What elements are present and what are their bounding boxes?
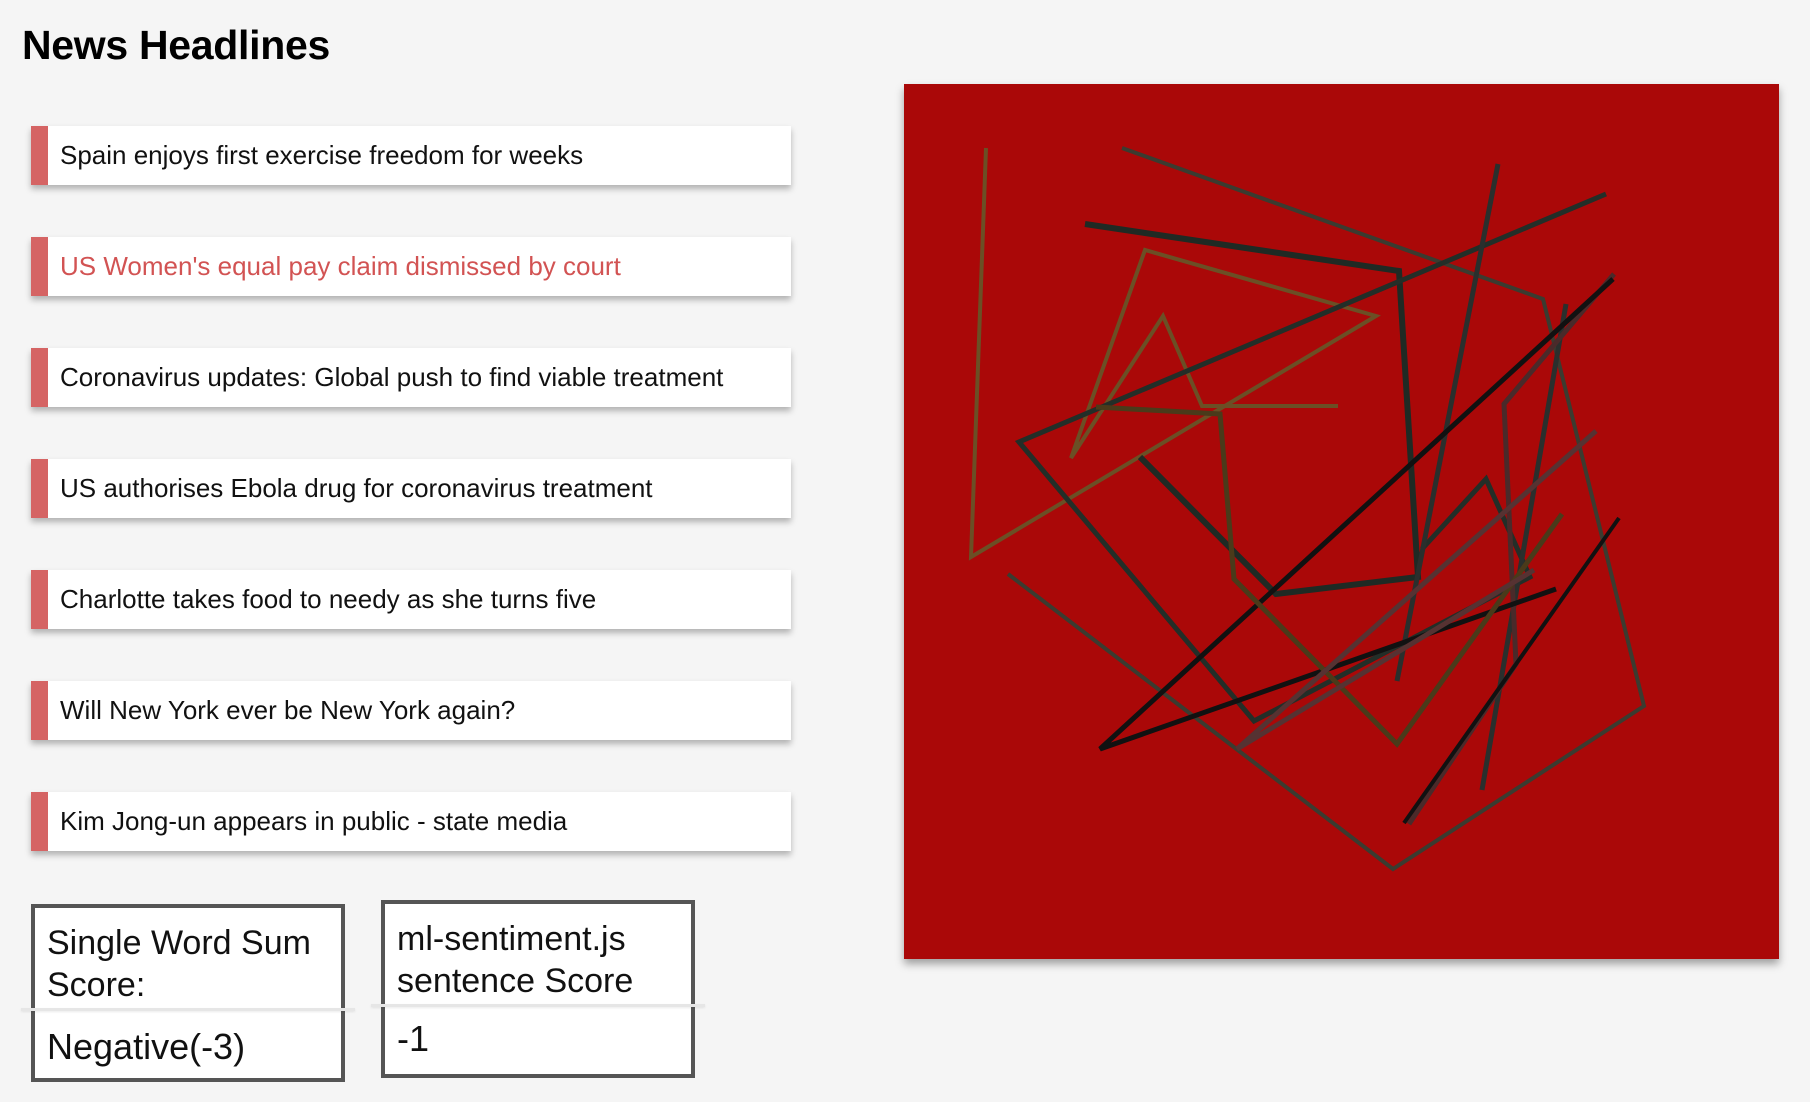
single-word-score-label: Single Word Sum Score: (47, 924, 311, 1004)
ml-sentiment-score-label: ml-sentiment.js sentence Score (397, 920, 634, 1000)
headline-list: Spain enjoys first exercise freedom for … (31, 126, 791, 903)
headline-text: Will New York ever be New York again? (60, 695, 516, 725)
headline-text: US Women's equal pay claim dismissed by … (60, 251, 621, 281)
ml-sentiment-score-value: -1 (397, 1018, 430, 1059)
headline-item[interactable]: Kim Jong-un appears in public - state me… (31, 792, 791, 851)
sentiment-art-canvas (904, 84, 1779, 959)
headline-text: Kim Jong-un appears in public - state me… (60, 806, 568, 836)
sentiment-art-svg (904, 84, 1779, 959)
headline-text: Charlotte takes food to needy as she tur… (60, 584, 597, 614)
page-title: News Headlines (22, 22, 330, 68)
headline-item[interactable]: Will New York ever be New York again? (31, 681, 791, 740)
single-word-score-value: Negative(-3) (47, 1026, 246, 1067)
headline-text: Spain enjoys first exercise freedom for … (60, 140, 584, 170)
page: News Headlines Spain enjoys first exerci… (0, 0, 1810, 1102)
score-divider (21, 1008, 355, 1011)
headline-item[interactable]: Spain enjoys first exercise freedom for … (31, 126, 791, 185)
headline-text: US authorises Ebola drug for coronavirus… (60, 473, 653, 503)
single-word-score-panel: Single Word Sum Score: Negative(-3) (21, 904, 355, 1082)
score-divider (371, 1004, 705, 1007)
headline-item[interactable]: Coronavirus updates: Global push to find… (31, 348, 791, 407)
ml-sentiment-score-panel: ml-sentiment.js sentence Score -1 (371, 900, 705, 1078)
headline-text: Coronavirus updates: Global push to find… (60, 362, 724, 392)
headline-item[interactable]: US Women's equal pay claim dismissed by … (31, 237, 791, 296)
headline-item[interactable]: US authorises Ebola drug for coronavirus… (31, 459, 791, 518)
headline-item[interactable]: Charlotte takes food to needy as she tur… (31, 570, 791, 629)
